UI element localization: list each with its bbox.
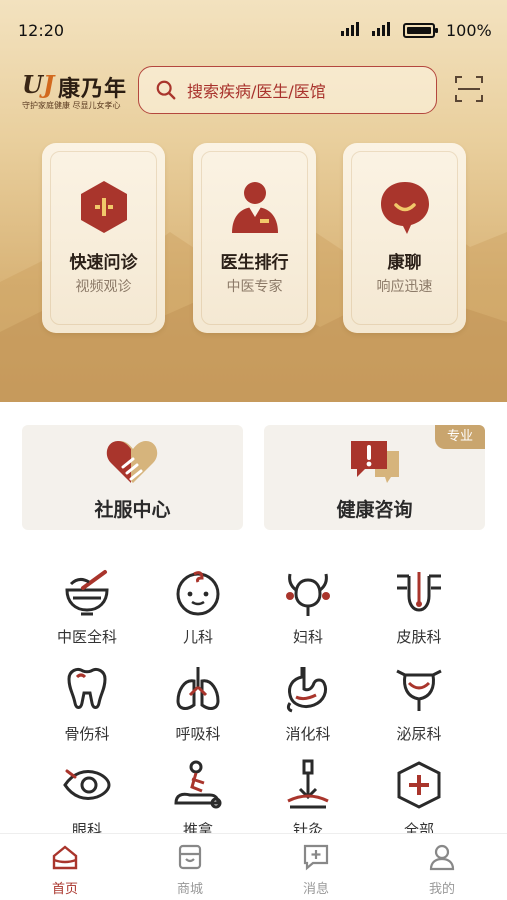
uterus-icon [286, 573, 330, 616]
home-icon [52, 845, 78, 870]
card-title: 快速问诊 [69, 253, 138, 273]
signal-icon-2 [372, 22, 390, 36]
card-subtitle: 视频观诊 [75, 279, 132, 295]
logo-slogan: 守护家庭健康 尽显儿女孝心 [22, 101, 121, 110]
app-logo: UJ 康乃年 守护家庭健康 尽显儿女孝心 [22, 66, 134, 114]
dept-gynecology[interactable]: 妇科 [253, 566, 363, 646]
dept-label: 皮肤科 [396, 628, 442, 646]
dept-respiratory[interactable]: 呼吸科 [143, 663, 253, 743]
alert-chat-icon [350, 441, 399, 483]
dept-label: 消化科 [285, 725, 331, 743]
social-service-button[interactable]: 社服中心 [22, 425, 243, 530]
scan-icon[interactable] [454, 74, 484, 104]
dept-label: 妇科 [292, 628, 323, 646]
search-bar[interactable]: 搜索疾病/医生/医馆 [138, 66, 437, 114]
card-kangliao[interactable]: 康聊 响应迅速 [343, 143, 466, 333]
card-title: 医生排行 [220, 253, 289, 273]
card-doctor-ranking[interactable]: 医生排行 中医专家 [193, 143, 316, 333]
stomach-icon [286, 667, 328, 713]
tooth-bone-icon [67, 667, 107, 709]
dept-all[interactable]: 全部 [364, 759, 474, 839]
dept-urology[interactable]: 泌尿科 [364, 663, 474, 743]
tab-label: 商城 [176, 882, 203, 897]
battery-percent: 100% [446, 21, 492, 40]
signal-icon [341, 22, 359, 36]
bladder-icon [396, 669, 442, 711]
dept-tcm[interactable]: 中医全科 [32, 566, 142, 646]
tab-label: 首页 [51, 882, 78, 897]
health-consult-label: 健康咨询 [336, 499, 413, 521]
dept-label: 呼吸科 [175, 725, 221, 743]
tab-message[interactable]: 消息 [271, 842, 361, 897]
dept-digestive[interactable]: 消化科 [253, 663, 363, 743]
eye-icon [63, 769, 111, 800]
plus-hexagon-icon [80, 181, 127, 233]
plus-octagon-icon [397, 761, 441, 809]
message-icon [303, 844, 329, 871]
lungs-icon [176, 667, 220, 710]
tab-label: 我的 [428, 882, 455, 897]
card-quick-consult[interactable]: 快速问诊 视频观诊 [42, 143, 165, 333]
search-icon [156, 80, 176, 100]
card-subtitle: 响应迅速 [376, 279, 433, 295]
card-title: 康聊 [387, 253, 422, 273]
acupuncture-icon [287, 759, 329, 809]
card-subtitle: 中医专家 [226, 279, 283, 295]
dept-massage[interactable]: 推拿 [143, 759, 253, 839]
heart-hand-icon [106, 441, 157, 483]
battery-icon [403, 23, 438, 38]
tab-bar: 首页 商城 消息 我的 [0, 833, 507, 900]
tab-shop[interactable]: 商城 [145, 842, 235, 897]
status-bar: 12:20 100% [0, 0, 507, 60]
dept-pediatrics[interactable]: 儿科 [143, 566, 253, 646]
health-consult-button[interactable]: 专业 健康咨询 [264, 425, 485, 530]
dept-ophthalmology[interactable]: 眼科 [32, 759, 142, 839]
logo-mark: UJ [22, 70, 55, 99]
dept-label: 儿科 [182, 628, 213, 646]
chat-smile-icon [380, 182, 429, 234]
user-icon [429, 844, 455, 871]
dept-label: 骨伤科 [64, 725, 110, 743]
tab-label: 消息 [302, 882, 329, 897]
dept-dermatology[interactable]: 皮肤科 [364, 566, 474, 646]
logo-name: 康乃年 [58, 76, 128, 102]
shop-icon [178, 844, 202, 870]
doctor-icon [231, 182, 278, 233]
tab-mine[interactable]: 我的 [397, 842, 487, 897]
skin-icon [397, 572, 441, 612]
tab-home[interactable]: 首页 [20, 842, 110, 897]
hero-banner: 12:20 100% UJ 康乃年 守护家庭健康 尽显儿女孝心 搜索疾病/医生/… [0, 0, 507, 402]
pro-tag: 专业 [435, 425, 485, 449]
search-placeholder: 搜索疾病/医生/医馆 [187, 82, 326, 101]
dept-label: 中医全科 [56, 628, 117, 646]
dept-label: 泌尿科 [396, 725, 442, 743]
social-service-label: 社服中心 [94, 499, 171, 521]
status-time: 12:20 [18, 21, 65, 40]
dept-acupuncture[interactable]: 针灸 [253, 759, 363, 839]
dept-orthopedics[interactable]: 骨伤科 [32, 663, 142, 743]
baby-icon [176, 571, 220, 616]
mortar-icon [65, 570, 109, 616]
massage-icon [174, 760, 222, 809]
